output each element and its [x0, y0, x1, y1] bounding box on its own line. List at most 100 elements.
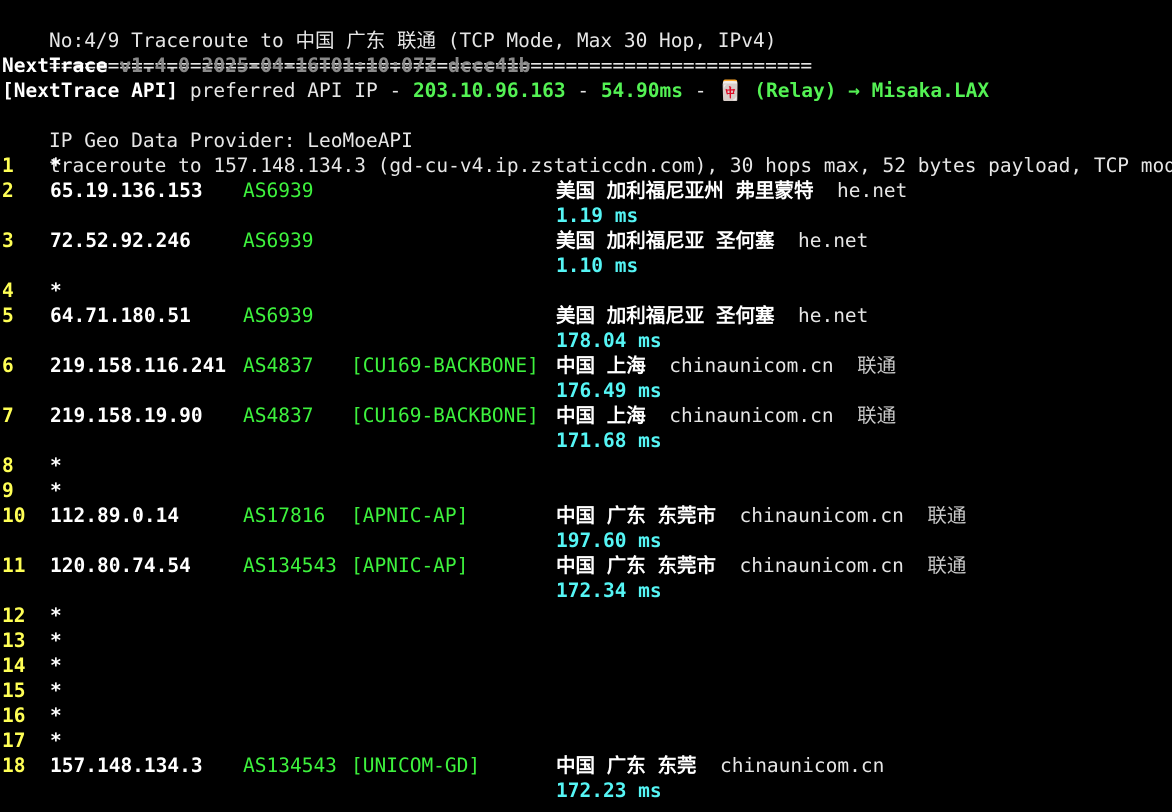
hop-row: 17 * [2, 728, 1170, 753]
hop-latency-row: 1.19 ms [2, 203, 1170, 228]
terminal-output: No:4/9 Traceroute to 中国 广东 联通 (TCP Mode,… [2, 3, 1172, 803]
hop-ip: * [50, 629, 62, 652]
hop-number: 15 [2, 679, 26, 702]
hop-row: 11 120.80.74.54 AS134543 [APNIC-AP] 中国 广东 东莞… [2, 553, 1170, 578]
hop-number: 13 [2, 629, 26, 652]
hop-number: 5 [2, 304, 14, 327]
hop-row: 9 * [2, 478, 1170, 503]
hop-asn: AS6939 [243, 229, 314, 252]
hop-domain: he.net [836, 179, 908, 202]
hop-tag: [CU169-BACKBONE] [351, 404, 539, 427]
hop-ip: 157.148.134.3 [50, 754, 203, 777]
api-line: [NextTrace API] preferred API IP - 203.1… [2, 78, 1170, 103]
hop-geo: 中国 广东 东莞市 [556, 504, 716, 527]
api-label: [NextTrace API] [2, 79, 179, 102]
hop-geo: 美国 加利福尼亚 圣何塞 [556, 304, 775, 327]
hop-number: 18 [2, 754, 26, 777]
hop-asn: AS134543 [243, 754, 337, 777]
hop-ip: 64.71.180.51 [50, 304, 191, 327]
hop-isp: 联通 [927, 554, 967, 577]
hop-location: 美国 加利福尼亚州 弗里蒙特 he.net [556, 178, 907, 203]
hop-row: 10 112.89.0.14 AS17816 [APNIC-AP] 中国 广东 东莞市 … [2, 503, 1170, 528]
hop-number: 12 [2, 604, 26, 627]
hop-geo: 中国 广东 东莞 [556, 754, 697, 777]
hop-latency-row: 176.49 ms [2, 378, 1170, 403]
api-text: preferred API IP - [189, 79, 402, 102]
hop-asn: AS4837 [243, 404, 314, 427]
version-line: NextTrace v1.4.0 2025-04-16T01:10:07Z dc… [2, 53, 1170, 78]
hop-asn: AS6939 [243, 304, 314, 327]
hop-row: 18 157.148.134.3 AS134543 [UNICOM-GD] 中国 广东 … [2, 753, 1170, 778]
hop-ip: 72.52.92.246 [50, 229, 191, 252]
hop-tag: [APNIC-AP] [351, 554, 469, 577]
hop-domain: he.net [797, 229, 869, 252]
hop-row: 16 * [2, 703, 1170, 728]
hop-ip: * [50, 479, 62, 502]
hop-location: 美国 加利福尼亚 圣何塞 he.net [556, 228, 868, 253]
hop-latency: 171.68 ms [556, 429, 662, 452]
hop-latency: 172.23 ms [556, 779, 662, 802]
hop-location: 中国 广东 东莞市 chinaunicom.cn 联通 [556, 553, 966, 578]
hop-isp: 联通 [857, 354, 897, 377]
hop-number: 9 [2, 479, 14, 502]
hop-row: 8 * [2, 453, 1170, 478]
api-latency: 54.90ms [600, 79, 683, 102]
hop-row: 5 64.71.180.51 AS6939 美国 加利福尼亚 圣何塞 he.net [2, 303, 1170, 328]
geo-provider-line: IP Geo Data Provider: LeoMoeAPI [2, 103, 1170, 152]
app-name: NextTrace [2, 54, 108, 77]
hop-row: 14 * [2, 653, 1170, 678]
hop-number: 8 [2, 454, 14, 477]
hop-latency-row: 1.10 ms [2, 253, 1170, 278]
hop-row: 6 219.158.116.241 AS4837 [CU169-BACKBONE] 中国… [2, 353, 1170, 378]
hop-latency-row: 197.60 ms [2, 528, 1170, 553]
traceroute-command-line: traceroute to 157.148.134.3 (gd-cu-v4.ip… [2, 128, 1172, 177]
hop-ip: * [50, 279, 62, 302]
hop-isp: 联通 [857, 404, 897, 427]
hop-number: 2 [2, 179, 14, 202]
hop-list: 1 * 2 65.19.136.153 AS6939 美国 加利福尼亚州 弗里蒙特 he.… [2, 153, 1170, 803]
hop-row: 3 72.52.92.246 AS6939 美国 加利福尼亚 圣何塞 he.net [2, 228, 1170, 253]
hop-number: 3 [2, 229, 14, 252]
api-dash: - [694, 79, 707, 102]
hop-ip: * [50, 154, 62, 177]
title-line: No:4/9 Traceroute to 中国 广东 联通 (TCP Mode,… [2, 3, 1170, 52]
hop-asn: AS4837 [243, 354, 314, 377]
hop-location: 中国 上海 chinaunicom.cn 联通 [556, 403, 896, 428]
hop-number: 14 [2, 654, 26, 677]
hop-ip: * [50, 654, 62, 677]
hop-number: 11 [2, 554, 26, 577]
hop-latency: 176.49 ms [556, 379, 662, 402]
hop-isp: 联通 [927, 504, 967, 527]
hop-ip: * [50, 704, 62, 727]
hop-asn: AS17816 [243, 504, 326, 527]
hop-latency: 178.04 ms [556, 329, 662, 352]
hop-ip: 219.158.116.241 [50, 354, 227, 377]
hop-ip: * [50, 729, 62, 752]
separator-line: ========================================… [2, 28, 1170, 77]
hop-number: 7 [2, 404, 14, 427]
hop-row: 13 * [2, 628, 1170, 653]
hop-asn: AS6939 [243, 179, 314, 202]
api-relay: 🀄 (Relay) → Misaka.LAX [718, 79, 990, 102]
hop-domain: chinaunicom.cn [719, 754, 885, 777]
hop-location: 中国 上海 chinaunicom.cn 联通 [556, 353, 896, 378]
hop-location: 中国 广东 东莞市 chinaunicom.cn 联通 [556, 503, 966, 528]
hop-latency: 1.10 ms [556, 254, 639, 277]
hop-location: 美国 加利福尼亚 圣何塞 he.net [556, 303, 868, 328]
hop-tag: [UNICOM-GD] [351, 754, 481, 777]
hop-ip: * [50, 604, 62, 627]
hop-ip: 120.80.74.54 [50, 554, 191, 577]
version-info: v1.4.0 2025-04-16T01:10:07Z dccc41b [119, 54, 531, 77]
hop-geo: 美国 加利福尼亚 圣何塞 [556, 229, 775, 252]
hop-domain: chinaunicom.cn [669, 404, 834, 427]
hop-ip: 219.158.19.90 [50, 404, 203, 427]
hop-geo: 中国 广东 东莞市 [556, 554, 716, 577]
hop-ip: 112.89.0.14 [50, 504, 180, 527]
hop-row: 4 * [2, 278, 1170, 303]
hop-geo: 中国 上海 [556, 354, 646, 377]
hop-ip: * [50, 454, 62, 477]
hop-row: 12 * [2, 603, 1170, 628]
hop-ip: 65.19.136.153 [50, 179, 203, 202]
hop-row: 7 219.158.19.90 AS4837 [CU169-BACKBONE] 中国 上… [2, 403, 1170, 428]
hop-latency-row: 178.04 ms [2, 328, 1170, 353]
